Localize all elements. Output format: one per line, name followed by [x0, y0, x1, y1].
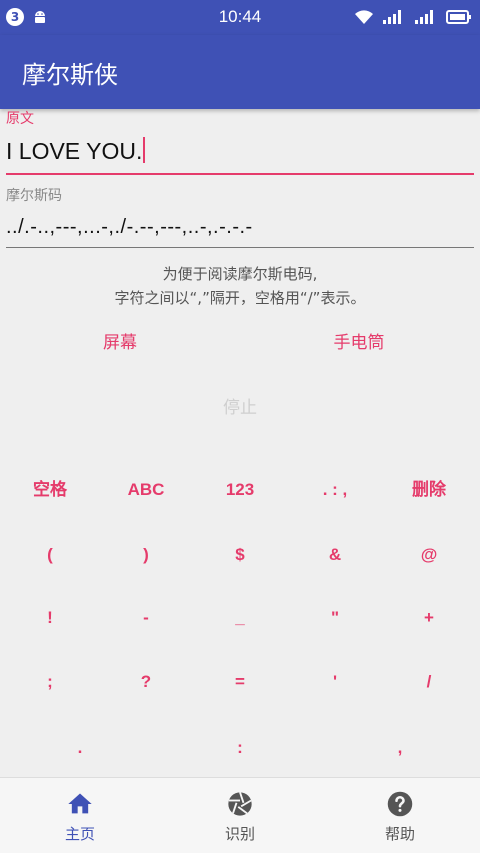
app-title: 摩尔斯侠 [22, 61, 118, 89]
hint-line-1: 为便于阅读摩尔斯电码, [162, 265, 318, 283]
key-abc[interactable]: ABC [98, 470, 194, 510]
key-hyphen[interactable]: - [98, 598, 194, 638]
key-123[interactable]: 123 [192, 470, 288, 510]
app-bar: 摩尔斯侠 [0, 35, 480, 109]
stop-button[interactable]: 停止 [180, 393, 300, 418]
text-cursor [143, 137, 146, 163]
signal-1-icon [383, 10, 401, 24]
help-icon [387, 791, 413, 817]
hint-line-2: 字符之间以“,”隔开，空格用“/”表示。 [114, 289, 366, 307]
nav-item-help[interactable]: 帮助 [320, 778, 480, 853]
key-colon[interactable]: : [192, 728, 288, 768]
nav-label-recognize: 识别 [224, 825, 255, 843]
camera-aperture-icon [228, 792, 252, 816]
key-apostrophe[interactable]: ' [287, 662, 383, 702]
key-ampersand[interactable]: & [287, 535, 383, 575]
key-close-paren[interactable]: ) [98, 535, 194, 575]
nav-label-help: 帮助 [384, 825, 415, 843]
key-equals[interactable]: = [192, 662, 288, 702]
key-semicolon[interactable]: ; [2, 662, 98, 702]
original-text-label: 原文 [6, 111, 34, 127]
nav-item-recognize[interactable]: 识别 [160, 778, 320, 853]
wifi-icon [355, 10, 373, 24]
nav-label-home: 主页 [64, 825, 95, 843]
morse-format-hint: 为便于阅读摩尔斯电码, 字符之间以“,”隔开，空格用“/”表示。 [0, 262, 480, 310]
key-comma[interactable]: , [352, 728, 448, 768]
status-bar: 3 10:44 [0, 0, 480, 35]
key-at[interactable]: @ [381, 535, 477, 575]
key-dollar[interactable]: $ [192, 535, 288, 575]
key-open-paren[interactable]: ( [2, 535, 98, 575]
screen-signal-button[interactable]: 屏幕 [60, 328, 180, 353]
key-double-quote[interactable]: " [287, 598, 383, 638]
key-punct[interactable]: . : , [287, 470, 383, 510]
key-space[interactable]: 空格 [2, 470, 98, 510]
original-text-input[interactable]: I LOVE YOU. [6, 137, 474, 175]
original-text-value: I LOVE YOU. [6, 138, 143, 164]
key-underscore[interactable]: _ [192, 598, 288, 638]
flashlight-signal-button[interactable]: 手电筒 [299, 328, 419, 353]
key-slash[interactable]: / [381, 662, 477, 702]
key-plus[interactable]: + [381, 598, 477, 638]
key-exclamation[interactable]: ! [2, 598, 98, 638]
bottom-navigation: 主页 识别 帮助 [0, 777, 480, 853]
key-period[interactable]: . [32, 728, 128, 768]
home-icon [68, 793, 92, 814]
battery-icon [446, 10, 471, 24]
nav-item-home[interactable]: 主页 [0, 778, 160, 853]
key-delete[interactable]: 删除 [381, 470, 477, 510]
key-question[interactable]: ? [98, 662, 194, 702]
signal-2-icon [415, 10, 433, 24]
morse-code-label: 摩尔斯码 [6, 188, 62, 204]
morse-code-output[interactable]: ../.-..,---,...-,./-.--,---,..-,.-.-.- [6, 216, 474, 248]
